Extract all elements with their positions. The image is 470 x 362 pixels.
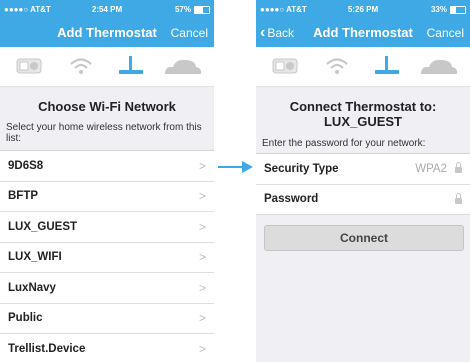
security-type-value: WPA2: [415, 162, 447, 175]
network-row[interactable]: BFTP >: [0, 182, 214, 212]
connect-button[interactable]: Connect: [264, 225, 464, 251]
chevron-right-icon: >: [198, 280, 206, 295]
chevron-right-icon: >: [198, 341, 206, 356]
cloud-step-icon: [158, 53, 208, 79]
instructions: Select your home wireless network from t…: [6, 122, 202, 144]
nav-bar: Add Thermostat Cancel: [0, 19, 214, 47]
password-field[interactable]: Password: [256, 185, 470, 215]
network-list: 9D6S8 > BFTP > LUX_GUEST > LUX_WIFI > LuxNav…: [0, 150, 214, 362]
connect-panel: Connect Thermostat to: LUX_GUEST Enter t…: [256, 87, 470, 362]
cancel-button[interactable]: Cancel: [171, 26, 208, 40]
carrier-label: ●●●●○ AT&T: [260, 5, 307, 14]
network-row[interactable]: LUX_GUEST >: [0, 212, 214, 243]
network-header: Choose Wi-Fi Network Select your home wi…: [0, 87, 214, 150]
wifi-step-icon: [56, 53, 106, 79]
password-label: Password: [264, 193, 319, 206]
page-title: Connect Thermostat to: LUX_GUEST: [289, 99, 437, 129]
battery-percent: 33%: [430, 5, 447, 14]
network-row[interactable]: 9D6S8 >: [0, 151, 214, 182]
battery-percent: 57%: [174, 5, 191, 14]
network-row[interactable]: Trellist.Device >: [0, 334, 214, 362]
screen-connect-thermostat: ●●●●○ AT&T 5:26 PM 33% ‹ Back Add Thermos…: [256, 0, 470, 362]
instructions: Enter the password for your network:: [262, 138, 426, 149]
battery-icon: [450, 5, 466, 14]
network-row[interactable]: LUX_WIFI >: [0, 243, 214, 273]
security-type-row[interactable]: Security Type WPA2: [256, 154, 470, 185]
thermostat-step-icon: [260, 53, 310, 79]
status-bar: ●●●●○ AT&T 5:26 PM 33%: [256, 0, 470, 19]
nav-bar: ‹ Back Add Thermostat Cancel: [256, 19, 470, 47]
cloud-step-icon: [414, 53, 464, 79]
status-bar: ●●●●○ AT&T 2:54 PM 57%: [0, 0, 214, 19]
wifi-step-icon: [312, 53, 362, 79]
chevron-right-icon: >: [198, 311, 206, 326]
flow-arrow-icon: [218, 161, 253, 173]
setup-steps: [256, 47, 470, 87]
chevron-right-icon: >: [198, 219, 206, 234]
chevron-right-icon: >: [198, 250, 206, 265]
router-step-icon: [362, 53, 412, 79]
thermostat-step-icon: [4, 53, 54, 79]
lock-icon: [455, 162, 462, 174]
network-row[interactable]: LuxNavy >: [0, 273, 214, 304]
credentials-list: Security Type WPA2 Password: [256, 153, 470, 215]
chevron-right-icon: >: [198, 158, 206, 173]
security-type-label: Security Type: [264, 162, 339, 175]
router-step-icon: [106, 53, 156, 79]
battery-icon: [194, 5, 210, 14]
carrier-label: ●●●●○ AT&T: [4, 5, 51, 14]
chevron-right-icon: >: [198, 189, 206, 204]
screen-choose-network: ●●●●○ AT&T 2:54 PM 57% Add Thermostat Ca…: [0, 0, 214, 362]
network-row[interactable]: Public >: [0, 304, 214, 334]
cancel-button[interactable]: Cancel: [427, 26, 464, 40]
page-title: Choose Wi-Fi Network: [38, 99, 176, 114]
setup-steps: [0, 47, 214, 87]
lock-icon: [455, 192, 462, 204]
